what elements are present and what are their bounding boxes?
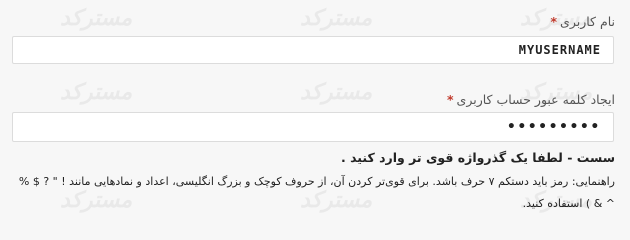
- required-marker: *: [550, 14, 558, 29]
- required-marker: *: [447, 92, 454, 107]
- password-hint: راهنمایی: رمز باید دستکم ۷ حرف باشد. برا…: [18, 175, 615, 210]
- username-label: نام کاربری*: [550, 14, 615, 29]
- watermark: مسترکد: [300, 80, 373, 105]
- watermark: مسترکد: [60, 6, 133, 31]
- username-label-text: نام کاربری: [560, 14, 615, 29]
- password-value: •••••••••: [507, 119, 601, 135]
- password-label: ایجاد کلمه عبور حساب کاربری*: [447, 92, 615, 107]
- password-input[interactable]: •••••••••: [12, 112, 614, 142]
- username-input[interactable]: MYUSERNAME: [12, 36, 614, 64]
- username-value: MYUSERNAME: [518, 43, 601, 57]
- password-strength-indicator: سست - لطفا یک گذرواژه قوی تر وارد کنید .: [340, 150, 615, 165]
- password-label-text: ایجاد کلمه عبور حساب کاربری: [456, 92, 615, 107]
- watermark: مسترکد: [300, 6, 373, 31]
- registration-form: مسترکد مسترکد مسترکد مسترکد مسترکد مسترک…: [0, 0, 630, 221]
- watermark: مسترکد: [60, 80, 133, 105]
